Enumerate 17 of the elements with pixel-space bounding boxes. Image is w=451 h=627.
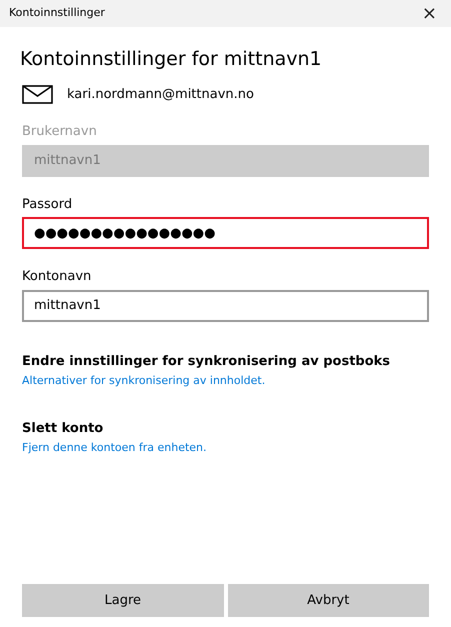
- close-button[interactable]: ×: [418, 4, 441, 22]
- input-field: mittnavn1: [22, 144, 429, 177]
- section-title: Endre innstillinger for synkronisering av postboks: [22, 352, 392, 371]
- section-title: Slett konto: [22, 420, 104, 438]
- email-address: kari.nordmann@mittnavn.no: [67, 86, 254, 104]
- page-heading: Kontoinnstillinger for mittnavn1: [20, 48, 323, 71]
- settings-link[interactable]: Alternativer for synkronisering av innholdet.: [22, 374, 266, 388]
- dialog-button[interactable]: Avbryt: [228, 584, 429, 617]
- input-field[interactable]: mittnavn1: [22, 290, 429, 322]
- input-field[interactable]: ●●●●●●●●●●●●●●●●: [22, 217, 429, 250]
- envelope-icon: [22, 85, 53, 104]
- window-title: Kontoinnstillinger: [9, 5, 105, 22]
- settings-link[interactable]: Fjern denne kontoen fra enheten.: [22, 441, 207, 454]
- field-label: Kontonavn: [22, 268, 92, 286]
- dialog-button[interactable]: Lagre: [22, 584, 224, 617]
- field-label: Passord: [22, 196, 74, 214]
- field-label: Brukernavn: [22, 123, 98, 142]
